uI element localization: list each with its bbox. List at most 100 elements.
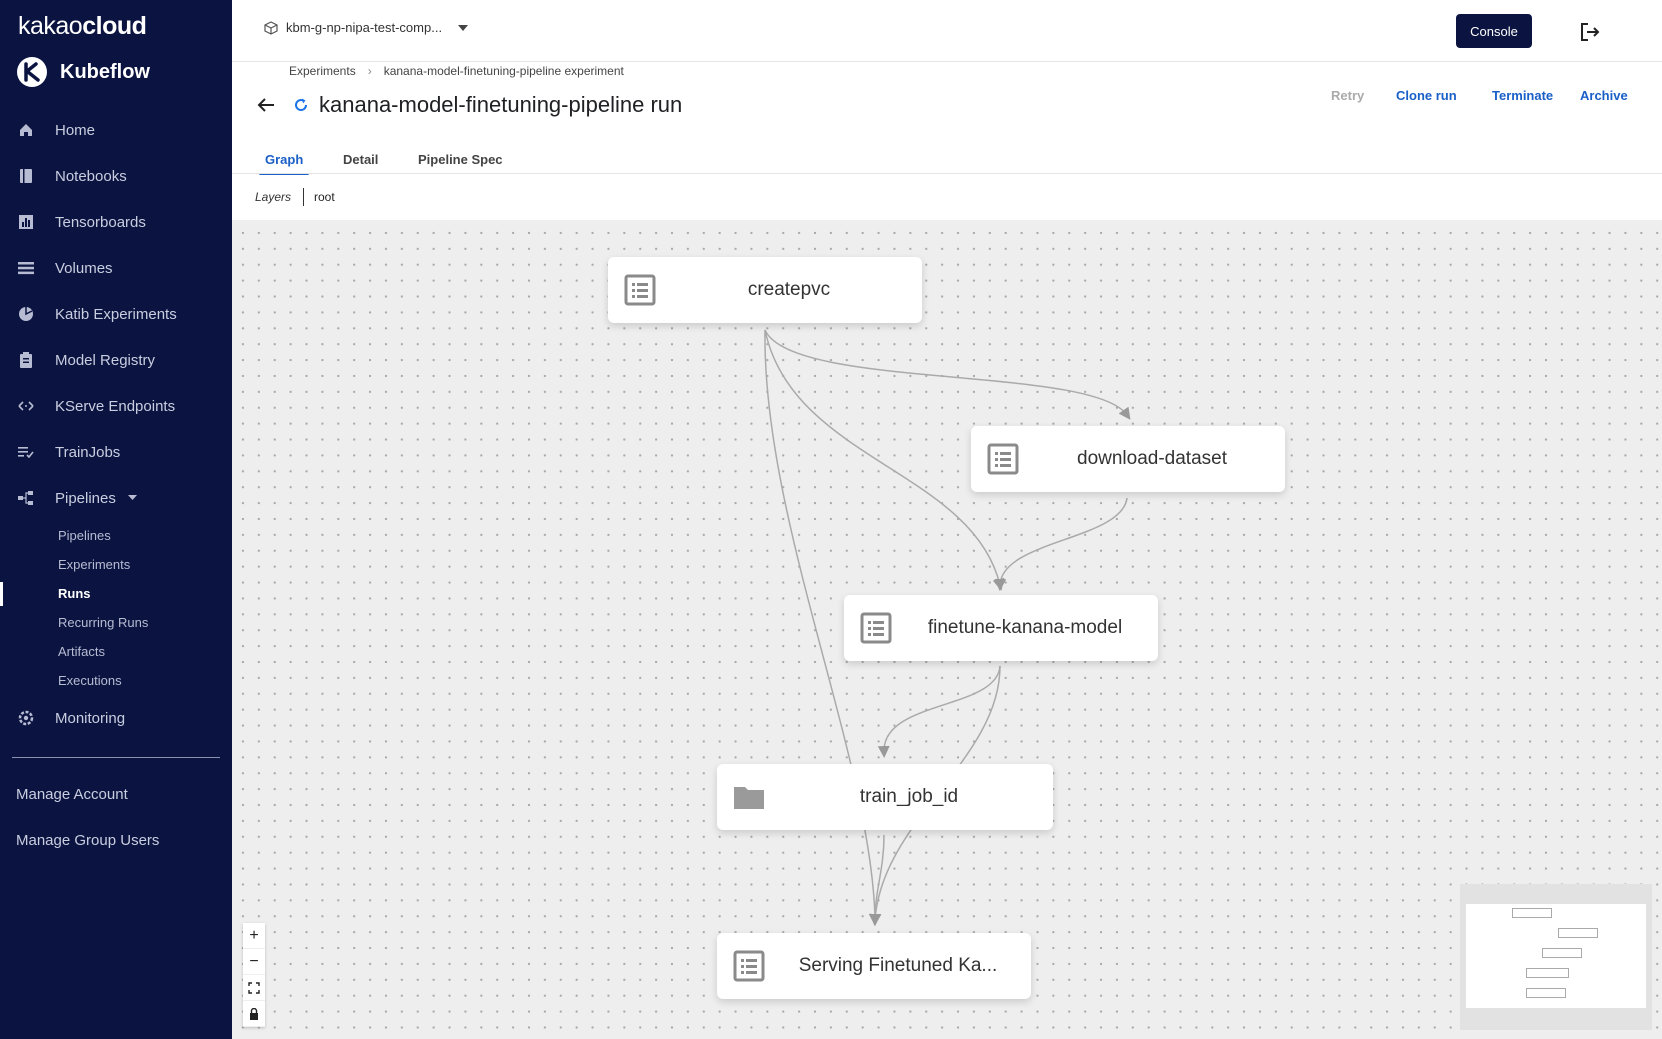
graph-node-createpvc[interactable]: createpvc	[608, 257, 922, 323]
book-icon	[17, 167, 35, 185]
zoom-out-button[interactable]: −	[243, 949, 265, 975]
running-status-icon	[295, 98, 308, 111]
chart-icon	[17, 213, 35, 231]
sidebar-item-notebooks[interactable]: Notebooks	[0, 156, 232, 196]
graph-node-serving-finetuned[interactable]: Serving Finetuned Ka...	[717, 933, 1031, 999]
tab-detail[interactable]: Detail	[343, 152, 378, 167]
breadcrumb: Experiments › kanana-model-finetuning-pi…	[289, 64, 624, 78]
sidebar-item-pipelines[interactable]: Pipelines	[0, 478, 232, 518]
brand-left: kakao	[18, 12, 83, 40]
zoom-in-button[interactable]: +	[243, 923, 265, 949]
sidebar-item-kserve[interactable]: KServe Endpoints	[0, 386, 232, 426]
app-root: kakaocloud Kubeflow Home Notebooks Tenso…	[0, 0, 1662, 1039]
graph-canvas[interactable]: createpvc download-dataset finetune-kana…	[232, 220, 1662, 1039]
home-icon	[17, 121, 35, 139]
sidebar-item-label: TrainJobs	[55, 443, 121, 461]
sidebar-item-label: Volumes	[55, 259, 113, 277]
sidebar-subitem-executions[interactable]: Executions	[0, 668, 232, 694]
folder-icon	[734, 787, 764, 809]
graph-node-finetune-kanana-model[interactable]: finetune-kanana-model	[844, 595, 1158, 661]
minimap-node	[1526, 968, 1569, 978]
page-title-row: kanana-model-finetuning-pipeline run	[256, 92, 682, 118]
node-label: Serving Finetuned Ka...	[798, 955, 998, 976]
back-arrow-icon[interactable]	[256, 95, 276, 115]
tab-graph[interactable]: Graph	[258, 152, 310, 177]
fit-view-icon	[248, 981, 260, 994]
node-label: finetune-kanana-model	[927, 617, 1123, 638]
minimap-node	[1526, 988, 1566, 998]
namespace-label: kbm-g-np-nipa-test-comp...	[286, 20, 443, 35]
chevron-down-icon	[458, 24, 469, 31]
tab-pipeline-spec[interactable]: Pipeline Spec	[418, 152, 503, 167]
manage-group-users-link[interactable]: Manage Group Users	[16, 832, 159, 849]
namespace-selector[interactable]: kbm-g-np-nipa-test-comp...	[264, 20, 469, 35]
node-label: download-dataset	[1077, 448, 1227, 469]
kubeflow-logo-icon	[17, 57, 47, 87]
graph-node-download-dataset[interactable]: download-dataset	[971, 426, 1285, 492]
gear-icon	[17, 709, 35, 727]
edge-finetune-trainjob	[877, 665, 1001, 758]
sidebar: kakaocloud Kubeflow Home Notebooks Tenso…	[0, 0, 232, 1039]
sidebar-item-monitoring[interactable]: Monitoring	[0, 698, 232, 738]
top-bar: kbm-g-np-nipa-test-comp... Console	[232, 0, 1662, 62]
chevron-down-icon	[128, 495, 137, 500]
sidebar-subitem-label: Executions	[58, 673, 122, 688]
terminate-button[interactable]: Terminate	[1492, 88, 1553, 103]
sidebar-item-label: Home	[55, 121, 96, 139]
execution-list-icon	[987, 443, 1019, 475]
sidebar-subitem-experiments[interactable]: Experiments	[0, 552, 232, 578]
katib-icon	[17, 305, 35, 323]
logout-icon[interactable]	[1578, 20, 1602, 44]
fit-view-button[interactable]	[243, 975, 265, 1001]
archive-button[interactable]: Archive	[1580, 88, 1628, 103]
sidebar-item-volumes[interactable]: Volumes	[0, 248, 232, 288]
brand-right: cloud	[82, 12, 147, 40]
sidebar-subitem-recurring-runs[interactable]: Recurring Runs	[0, 610, 232, 636]
sidebar-item-katib[interactable]: Katib Experiments	[0, 294, 232, 334]
sidebar-divider	[12, 757, 220, 758]
checklist-icon	[17, 443, 35, 461]
retry-button[interactable]: Retry	[1331, 88, 1364, 103]
sidebar-item-label: Model Registry	[55, 351, 156, 369]
sidebar-subitem-artifacts[interactable]: Artifacts	[0, 639, 232, 665]
graph-node-train-job-id[interactable]: train_job_id	[717, 764, 1053, 830]
kubeflow-home-link[interactable]: Kubeflow	[16, 56, 150, 88]
kakaocloud-logo[interactable]: kakaocloud	[18, 12, 147, 41]
minimap-node	[1512, 908, 1552, 918]
layers-divider	[303, 188, 304, 206]
sidebar-item-label: KServe Endpoints	[55, 397, 176, 415]
edge-createpvc-finetune	[764, 329, 1005, 591]
manage-account-link[interactable]: Manage Account	[16, 786, 128, 803]
sidebar-subitem-pipelines[interactable]: Pipelines	[0, 523, 232, 549]
console-button[interactable]: Console	[1456, 14, 1532, 48]
sidebar-item-tensorboards[interactable]: Tensorboards	[0, 202, 232, 242]
product-name: Kubeflow	[60, 60, 150, 83]
minimap-node	[1558, 928, 1598, 938]
edge-createpvc-download	[764, 329, 1131, 420]
sidebar-item-label: Tensorboards	[55, 213, 146, 231]
lock-button[interactable]	[243, 1001, 265, 1027]
lock-icon	[250, 1007, 258, 1020]
breadcrumb-separator: ›	[367, 64, 372, 78]
page-title: kanana-model-finetuning-pipeline run	[319, 92, 683, 117]
layers-root-link[interactable]: root	[314, 190, 335, 204]
sidebar-item-trainjobs[interactable]: TrainJobs	[0, 432, 232, 472]
arrows-icon	[17, 397, 35, 415]
edge-trainjob-serving	[869, 834, 885, 926]
breadcrumb-experiments-link[interactable]: Experiments	[289, 64, 356, 78]
sidebar-item-label: Katib Experiments	[55, 305, 177, 323]
sidebar-item-model-registry[interactable]: Model Registry	[0, 340, 232, 380]
clipboard-icon	[17, 351, 35, 369]
sidebar-subitem-label: Runs	[58, 586, 91, 601]
sidebar-subitem-label: Pipelines	[58, 528, 111, 543]
node-label: createpvc	[747, 279, 831, 300]
sidebar-subitem-runs[interactable]: Runs	[0, 581, 232, 607]
sidebar-item-home[interactable]: Home	[0, 110, 232, 150]
clone-run-button[interactable]: Clone run	[1396, 88, 1457, 103]
graph-controls: + −	[243, 923, 265, 1027]
layers-bar: Layers root	[232, 175, 1662, 220]
graph-minimap[interactable]	[1460, 884, 1652, 1030]
breadcrumb-experiment-link[interactable]: kanana-model-finetuning-pipeline experim…	[384, 64, 624, 78]
sidebar-item-label: Pipelines	[55, 489, 116, 507]
execution-list-icon	[860, 612, 892, 644]
